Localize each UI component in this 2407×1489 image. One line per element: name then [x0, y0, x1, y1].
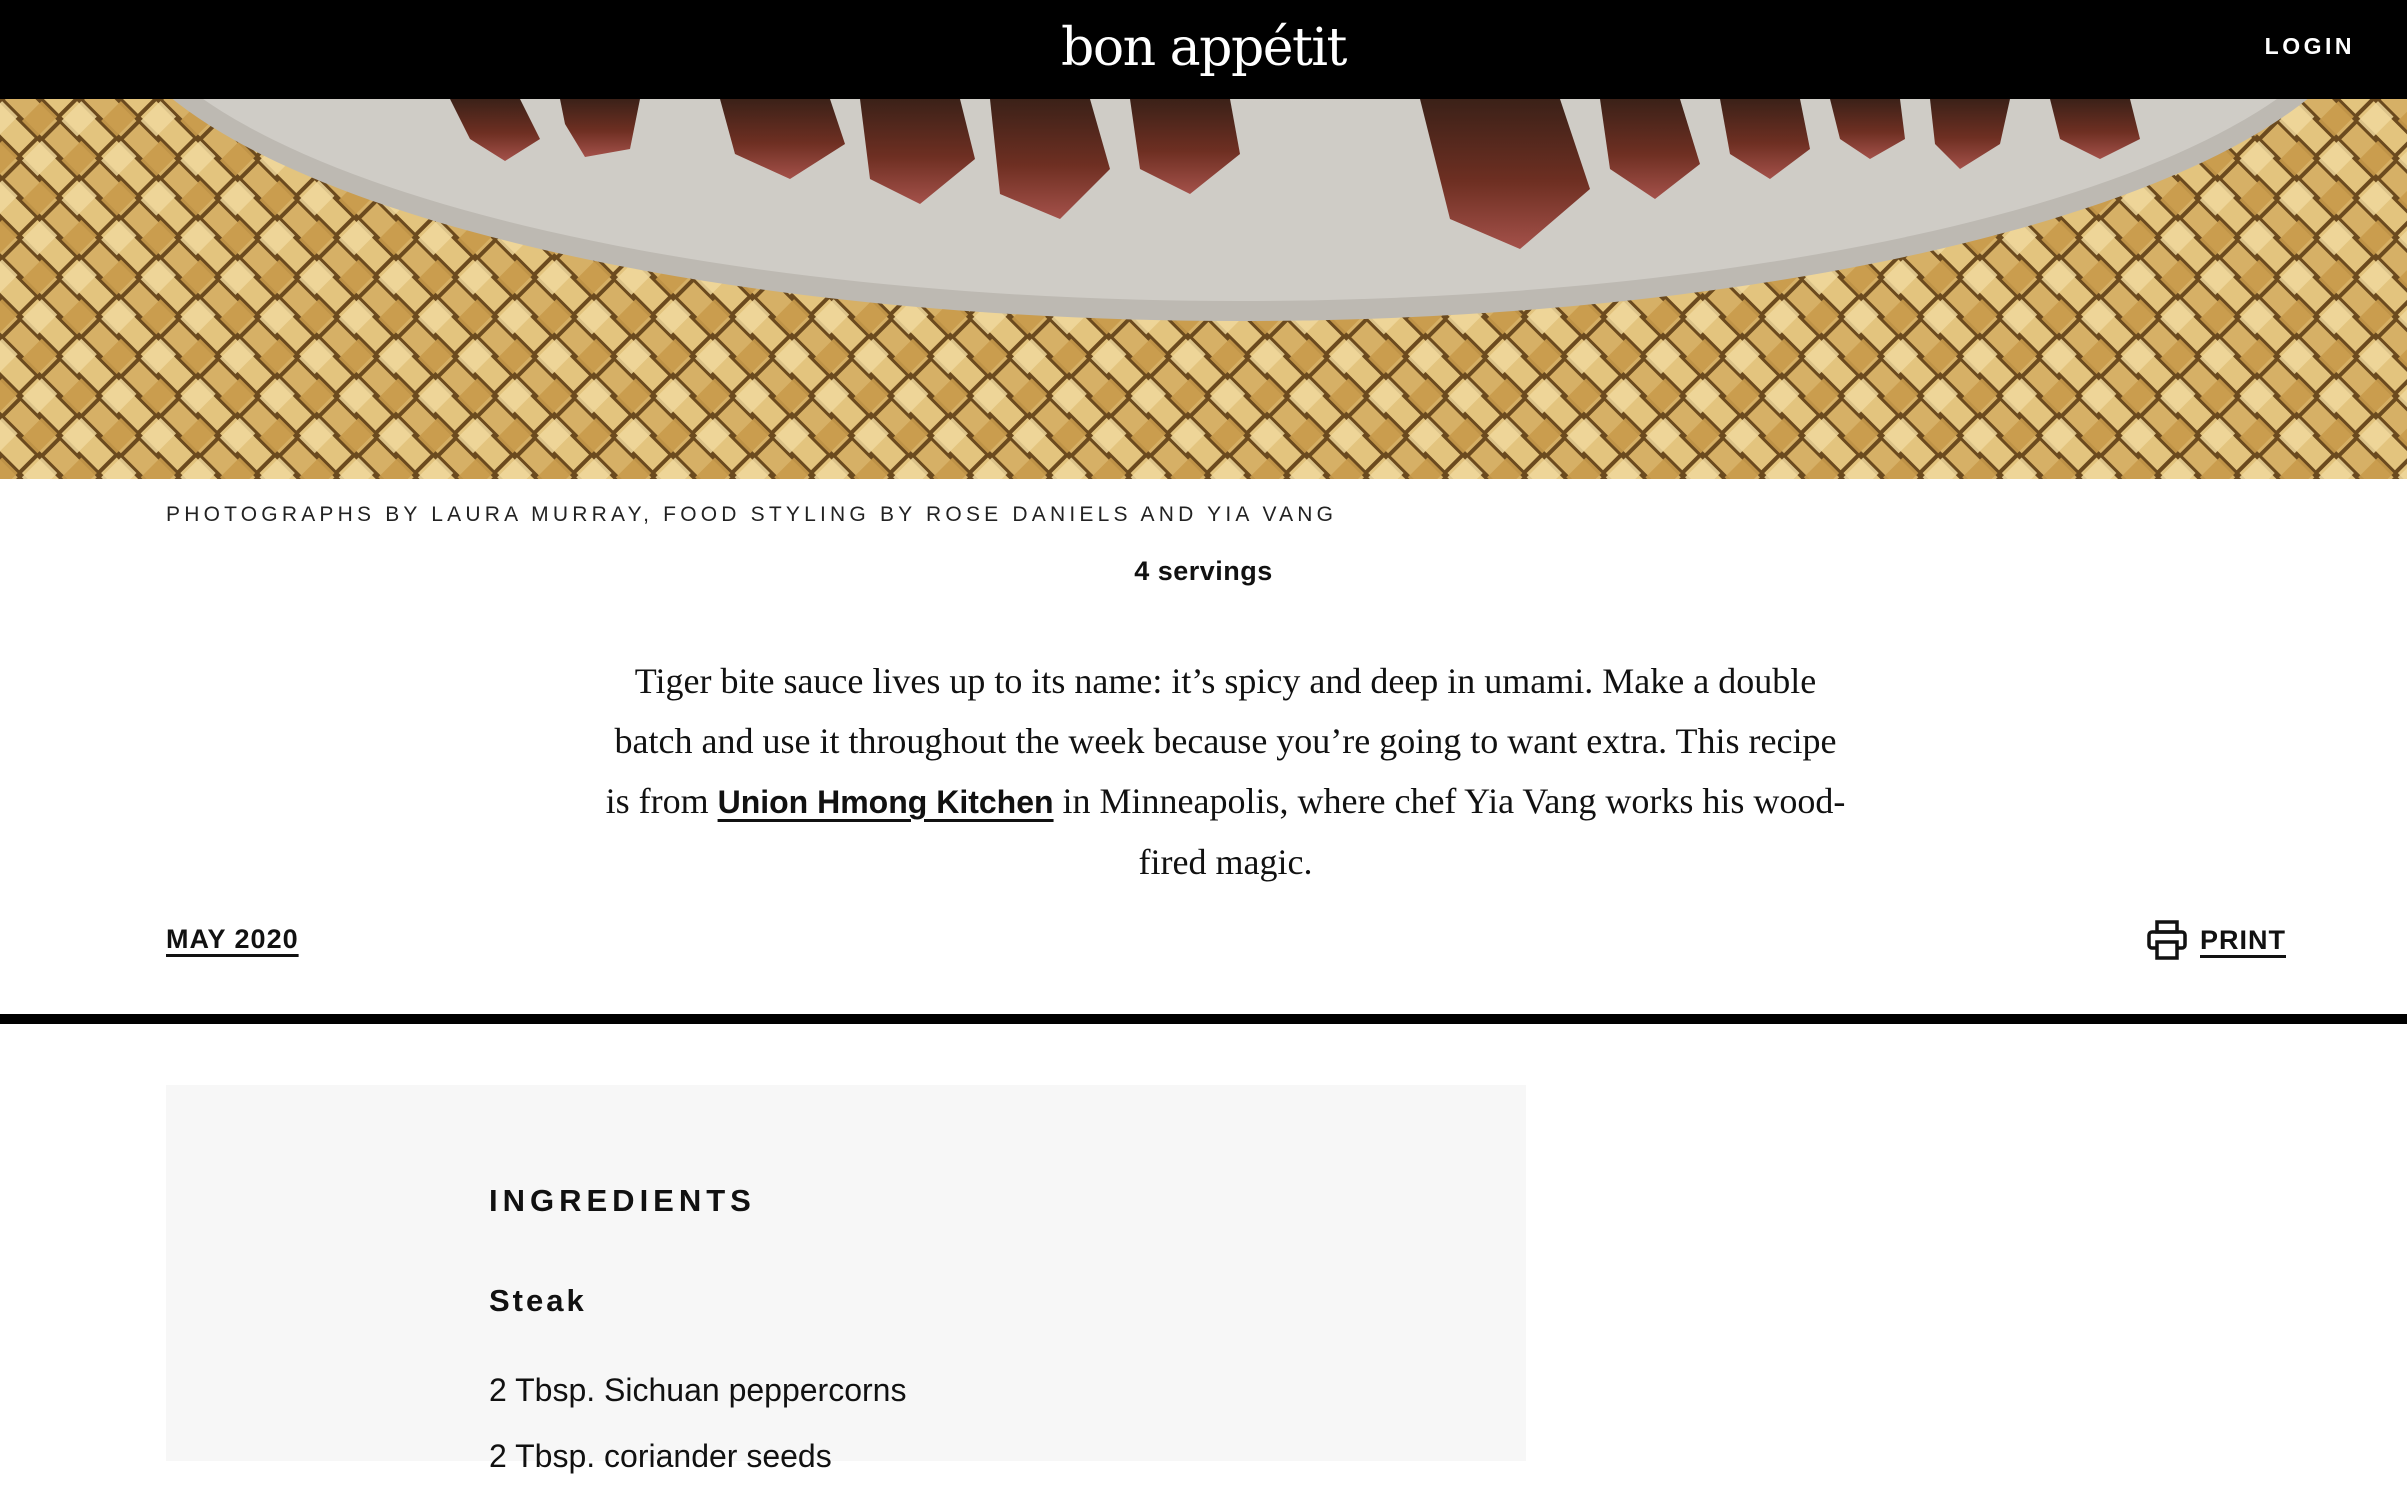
ingredients-panel: INGREDIENTS Steak 2 Tbsp. Sichuan pepper… [166, 1085, 1526, 1474]
printer-icon [2146, 919, 2188, 961]
site-logo[interactable]: bon appétit [0, 18, 2407, 78]
ingredient-item: 2 Tbsp. Sichuan peppercorns [489, 1372, 907, 1408]
servings: 4 servings [1134, 556, 1273, 586]
top-bar: bon appétit LOGIN [0, 0, 2407, 99]
recipe-description: Tiger bite sauce lives up to its name: i… [603, 651, 1848, 892]
ingredient-group-title: Steak [489, 1283, 587, 1318]
photo-credit: Photographs by Laura Murray, Food Stylin… [166, 503, 1338, 526]
ingredients-heading: INGREDIENTS [489, 1183, 756, 1218]
description-text-2: in Minneapolis, where chef Yia Vang work… [1053, 781, 1846, 882]
ingredient-item: 2 Tbsp. coriander seeds [489, 1438, 832, 1474]
section-divider [0, 1014, 2407, 1024]
hero-image [0, 99, 2407, 479]
issue-date-link[interactable]: MAY 2020 [166, 924, 299, 955]
ingredient-list: 2 Tbsp. Sichuan peppercorns 2 Tbsp. cori… [489, 1357, 906, 1489]
union-hmong-kitchen-link[interactable]: Union Hmong Kitchen [718, 784, 1054, 820]
login-link[interactable]: LOGIN [2265, 33, 2355, 60]
print-button[interactable]: PRINT [2146, 919, 2286, 961]
print-label: PRINT [2200, 924, 2286, 955]
